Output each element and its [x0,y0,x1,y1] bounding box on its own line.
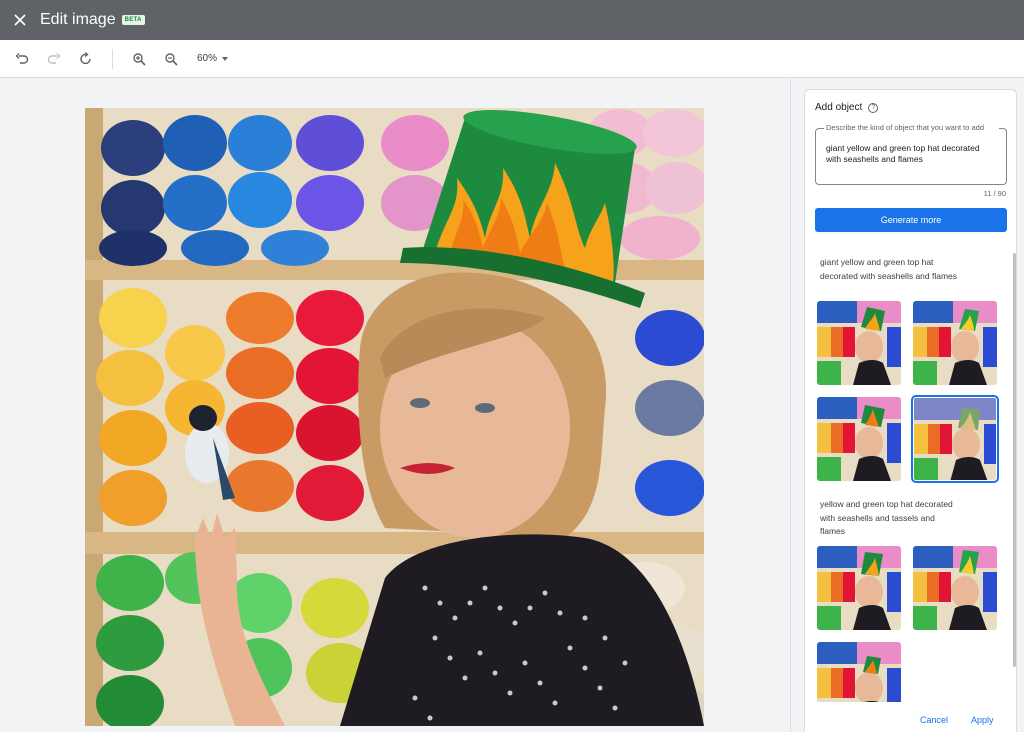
title-bar: Edit image BETA [0,0,1024,40]
redo-icon [47,52,61,64]
side-panel: Add object ? Describe the kind of object… [790,79,1024,732]
prompt-label: Describe the kind of object that you wan… [824,123,999,132]
character-counter: 11 / 90 [983,189,1006,198]
result-thumbnail[interactable] [817,546,901,630]
thumbnail-image [817,397,901,481]
canvas-area [0,79,790,732]
zoom-value: 60% [197,53,218,64]
toolbar-divider [112,48,113,69]
zoom-out-button[interactable] [155,43,187,75]
thumbnail-image [914,398,996,480]
result-thumbnail-selected[interactable] [911,395,999,483]
undo-icon [15,52,29,64]
edited-photo[interactable] [85,108,704,726]
panel-actions: Cancel Apply [805,715,1018,732]
close-button[interactable] [0,0,40,40]
rotate-icon [80,51,91,64]
help-icon[interactable]: ? [868,102,879,113]
zoom-in-button[interactable] [123,43,155,75]
thumbnail-image [817,546,901,630]
result-thumbnail[interactable] [817,397,901,481]
result-group-caption: yellow and green top hat decorated with … [820,499,953,536]
chevron-down-icon [222,56,229,61]
thumbnail-image [817,301,901,385]
undo-button[interactable] [6,43,38,75]
add-object-card: Add object ? Describe the kind of object… [804,89,1017,732]
prompt-textarea[interactable]: Describe the kind of object that you wan… [815,123,1007,185]
redo-button[interactable] [38,43,70,75]
panel-heading: Add object ? [815,102,879,113]
beta-badge: BETA [121,15,145,25]
toolbar: 60% [0,40,1024,78]
result-group-caption: giant yellow and green top hat decorated… [820,257,958,281]
results-list: giant yellow and green top hat decorated… [815,250,1009,702]
result-thumbnail[interactable] [913,546,997,630]
thumbnail-image [817,642,901,702]
panel-title: Add object [815,102,863,113]
result-thumbnail[interactable] [817,642,901,702]
prompt-value[interactable]: giant yellow and green top hat decorated… [826,143,996,165]
generate-more-button[interactable]: Generate more [815,208,1007,232]
reset-button[interactable] [70,43,102,75]
close-icon [14,14,26,26]
zoom-out-icon [165,52,178,66]
results-scrollbar[interactable] [1013,253,1016,667]
page-title: Edit image [40,11,116,28]
zoom-in-icon [133,52,146,66]
result-thumbnail[interactable] [913,301,997,385]
thumbnail-image [913,546,997,630]
apply-button[interactable]: Apply [971,715,994,725]
result-thumbnail[interactable] [817,301,901,385]
thumbnail-image [913,301,997,385]
zoom-dropdown[interactable]: 60% [197,53,229,64]
photo-illustration [85,108,704,726]
cancel-button[interactable]: Cancel [920,715,948,725]
